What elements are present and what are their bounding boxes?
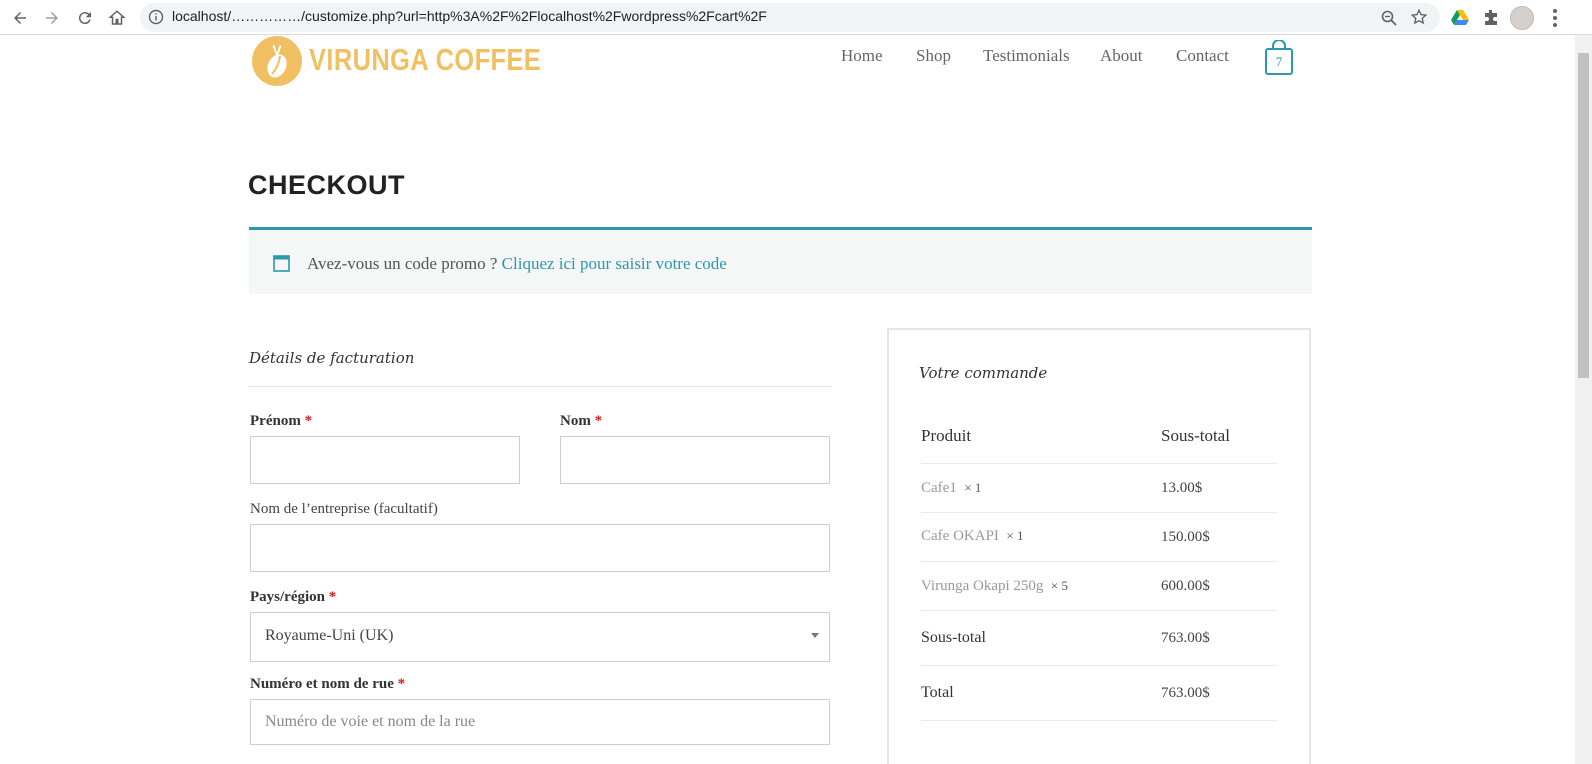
- nav-about[interactable]: About: [1100, 46, 1143, 66]
- company-field[interactable]: [250, 524, 830, 572]
- order-item-row: Cafe OKAPI × 1 150.00$: [921, 513, 1277, 562]
- first-name-field[interactable]: [250, 436, 520, 484]
- extensions-puzzle-icon[interactable]: [1481, 8, 1501, 28]
- order-item-row: Cafe1 × 1 13.00$: [921, 464, 1277, 513]
- arrow-right-icon: [46, 12, 58, 24]
- subtotal-label: Sous-total: [921, 629, 986, 646]
- cart-count: 7: [1275, 54, 1283, 69]
- item-amount: 13.00$: [1161, 480, 1203, 496]
- more-menu-icon[interactable]: [1552, 8, 1558, 28]
- total-label: Total: [921, 684, 954, 701]
- company-label: Nom de l’entreprise (facultatif): [250, 501, 438, 517]
- google-drive-icon[interactable]: [1450, 8, 1470, 28]
- country-select[interactable]: Royaume-Uni (UK): [250, 612, 830, 662]
- item-name: Cafe OKAPI × 1: [921, 528, 1024, 544]
- billing-title: Détails de facturation: [249, 349, 415, 367]
- back-button[interactable]: [8, 6, 32, 30]
- coffee-bean-logo-icon: V: [252, 36, 302, 86]
- order-item-row: Virunga Okapi 250g × 5 600.00$: [921, 562, 1277, 611]
- last-name-field[interactable]: [560, 436, 830, 484]
- order-title: Votre commande: [919, 364, 1048, 382]
- browser-toolbar: localhost/……………/customize.php?url=http%3…: [0, 0, 1592, 35]
- page-scrollbar[interactable]: [1575, 35, 1592, 764]
- billing-divider: [249, 386, 831, 387]
- info-icon[interactable]: [148, 9, 164, 25]
- reload-icon: [78, 12, 91, 25]
- zoom-icon[interactable]: [1380, 9, 1398, 27]
- item-amount: 150.00$: [1161, 529, 1210, 545]
- logo-text: VIRUNGA COFFEE: [309, 42, 542, 77]
- scrollbar-thumb[interactable]: [1578, 53, 1589, 378]
- country-label: Pays/région *: [250, 589, 337, 605]
- coupon-link[interactable]: Cliquez ici pour saisir votre code: [502, 254, 727, 273]
- window-icon: [273, 255, 290, 272]
- profile-avatar[interactable]: [1510, 6, 1534, 30]
- order-header-row: Produit Sous-total: [921, 420, 1277, 464]
- street-field[interactable]: Numéro de voie et nom de la rue: [250, 699, 830, 745]
- street-label: Numéro et nom de rue *: [250, 676, 406, 692]
- site-logo[interactable]: V VIRUNGA COFFEE: [252, 36, 541, 86]
- street-placeholder: Numéro de voie et nom de la rue: [265, 713, 476, 730]
- item-name: Virunga Okapi 250g × 5: [921, 578, 1069, 594]
- col-product: Produit: [921, 426, 972, 445]
- forward-button[interactable]: [40, 6, 64, 30]
- address-bar[interactable]: localhost/……………/customize.php?url=http%3…: [140, 3, 1440, 32]
- page-title: CHECKOUT: [248, 170, 405, 200]
- url-text: localhost/……………/customize.php?url=http%3…: [172, 8, 767, 24]
- nav-testimonials[interactable]: Testimonials: [983, 46, 1070, 66]
- bookmark-star-icon[interactable]: [1410, 8, 1428, 26]
- cart-button[interactable]: 7: [1264, 39, 1294, 76]
- first-name-label: Prénom *: [250, 413, 313, 429]
- country-value: Royaume-Uni (UK): [265, 627, 394, 644]
- coupon-notice: Avez-vous un code promo ? Cliquez ici po…: [249, 227, 1312, 294]
- order-review: Votre commande Produit Sous-total Cafe1 …: [887, 328, 1311, 764]
- total-value: 763.00$: [1161, 685, 1210, 701]
- home-button[interactable]: [105, 6, 129, 30]
- reload-button[interactable]: [73, 6, 97, 30]
- subtotal-row: Sous-total 763.00$: [921, 611, 1277, 666]
- last-name-label: Nom *: [560, 413, 603, 429]
- home-icon: [108, 10, 126, 25]
- dropdown-caret-icon: [811, 633, 819, 638]
- item-name: Cafe1 × 1: [921, 480, 982, 496]
- coupon-question: Avez-vous un code promo ?: [307, 254, 498, 273]
- item-amount: 600.00$: [1161, 578, 1210, 594]
- nav-home[interactable]: Home: [841, 46, 883, 66]
- nav-contact[interactable]: Contact: [1176, 46, 1229, 66]
- total-row: Total 763.00$: [921, 666, 1277, 721]
- arrow-left-icon: [14, 12, 26, 24]
- subtotal-value: 763.00$: [1161, 630, 1210, 646]
- coupon-text: Avez-vous un code promo ? Cliquez ici po…: [307, 254, 727, 274]
- col-subtotal: Sous-total: [1161, 426, 1230, 445]
- nav-shop[interactable]: Shop: [916, 46, 951, 66]
